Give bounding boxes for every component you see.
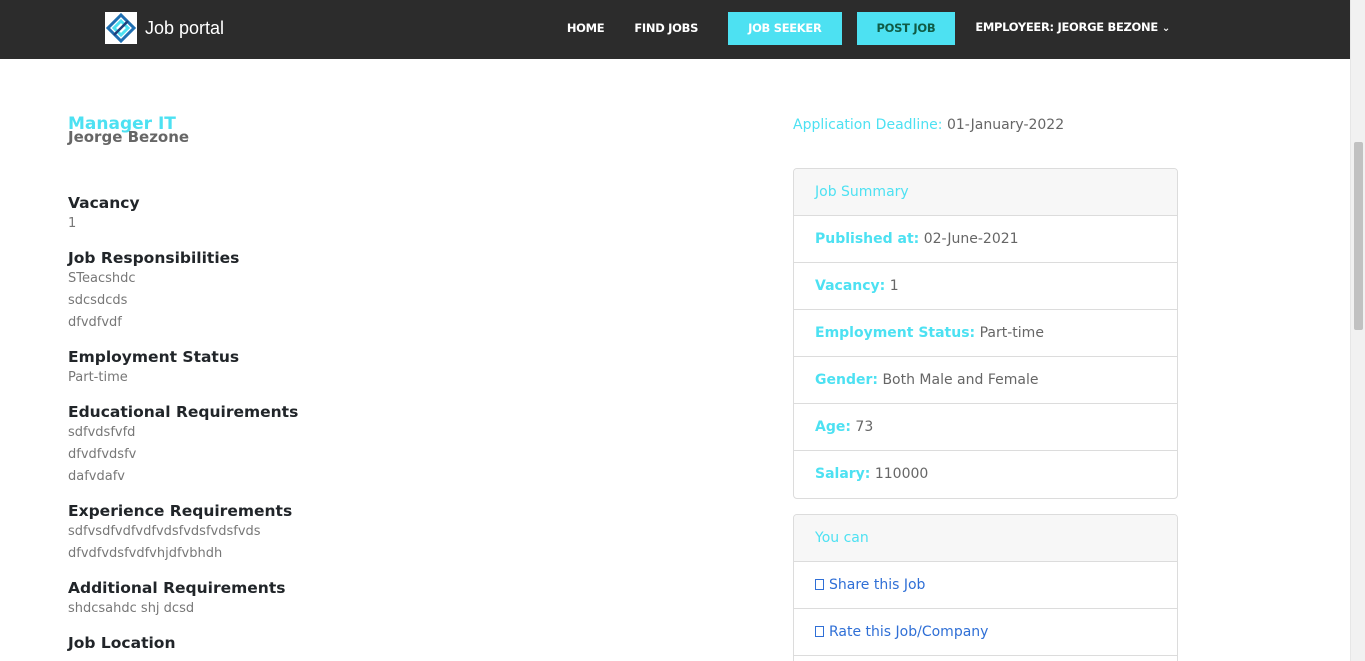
section-heading: Educational Requirements	[68, 403, 299, 421]
deadline-label: Application Deadline:	[793, 117, 943, 133]
share-job-link[interactable]: Share this Job	[794, 562, 1177, 609]
job-summary-heading: Job Summary	[794, 169, 1177, 216]
chevron-down-icon: ⌄	[1161, 23, 1170, 34]
job-seeker-button[interactable]: JOB SEEKER	[728, 11, 842, 45]
summary-value: Part-time	[979, 325, 1044, 341]
summary-label: Employment Status:	[815, 325, 976, 341]
section-heading: Vacancy	[68, 194, 140, 212]
nav-home[interactable]: HOME	[567, 12, 605, 45]
location-section: Job Location	[68, 633, 668, 653]
application-deadline: Application Deadline: 01-January-2022	[793, 116, 1064, 134]
section-line: shdcsahdc shj dcsd	[68, 601, 195, 616]
share-job-label: Share this Job	[829, 577, 926, 593]
summary-label: Gender:	[815, 372, 878, 388]
summary-value: 1	[889, 278, 899, 294]
section-line: dfvdfvdf	[68, 315, 122, 330]
summary-row-age: Age: 73	[794, 404, 1177, 451]
job-details: Manager IT Jeorge Bezone Vacancy 1 Job R…	[68, 114, 668, 653]
employer-menu[interactable]: EMPLOYEER: JEORGE BEZONE ⌄	[975, 11, 1170, 45]
employment-status-section: Employment Status Part-time	[68, 347, 668, 389]
rate-job-label: Rate this Job/Company	[829, 624, 989, 640]
main-nav: HOME FIND JOBS JOB SEEKER POST JOB EMPLO…	[567, 11, 1170, 45]
section-line: dafvdafv	[68, 469, 125, 484]
section-line: dfvdfvdsfv	[68, 447, 137, 462]
post-job-button[interactable]: POST JOB	[856, 11, 956, 45]
deadline-value: 01-January-2022	[946, 117, 1065, 133]
summary-label: Salary:	[815, 466, 871, 482]
summary-value: 73	[855, 419, 874, 435]
section-line: sdcsdcds	[68, 293, 128, 308]
vacancy-section: Vacancy 1	[68, 193, 668, 235]
section-heading: Job Location	[68, 634, 176, 652]
actions-heading: You can	[794, 515, 1177, 562]
vertical-scrollbar[interactable]	[1350, 0, 1365, 661]
company-name: Jeorge Bezone	[68, 128, 190, 146]
section-line: 1	[68, 216, 77, 231]
rate-job-link[interactable]: Rate this Job/Company	[794, 609, 1177, 656]
summary-label: Vacancy:	[815, 278, 886, 294]
job-summary-card: Job Summary Published at: 02-June-2021 V…	[793, 168, 1178, 499]
summary-row-salary: Salary: 110000	[794, 451, 1177, 498]
summary-row-published: Published at: 02-June-2021	[794, 216, 1177, 263]
education-section: Educational Requirements sdfvdsfvfd dfvd…	[68, 402, 668, 488]
responsibilities-section: Job Responsibilities STeacshdc sdcsdcds …	[68, 248, 668, 334]
share-icon	[815, 579, 824, 590]
top-navbar: Job portal HOME FIND JOBS JOB SEEKER POS…	[0, 0, 1365, 59]
summary-value: 02-June-2021	[923, 231, 1019, 247]
summary-row-status: Employment Status: Part-time	[794, 310, 1177, 357]
star-icon	[815, 626, 824, 637]
employer-menu-label: EMPLOYEER: JEORGE BEZONE	[975, 20, 1158, 34]
section-line: sdfvdsfvfd	[68, 425, 136, 440]
section-line: STeacshdc	[68, 271, 136, 286]
brand-name: Job portal	[145, 17, 225, 38]
section-heading: Job Responsibilities	[68, 249, 240, 267]
summary-row-vacancy: Vacancy: 1	[794, 263, 1177, 310]
summary-label: Published at:	[815, 231, 920, 247]
nav-find-jobs[interactable]: FIND JOBS	[634, 12, 698, 45]
section-heading: Additional Requirements	[68, 579, 286, 597]
section-line: Part-time	[68, 370, 128, 385]
section-heading: Experience Requirements	[68, 502, 293, 520]
section-heading: Employment Status	[68, 348, 240, 366]
experience-section: Experience Requirements sdfvsdfvdfvdfvds…	[68, 501, 668, 565]
brand[interactable]: Job portal	[105, 12, 224, 44]
summary-label: Age:	[815, 419, 851, 435]
summary-value: 110000	[874, 466, 929, 482]
logo-icon	[105, 12, 137, 44]
section-line: dfvdfvdsfvdfvhjdfvbhdh	[68, 546, 223, 561]
summary-value: Both Male and Female	[882, 372, 1039, 388]
summary-row-gender: Gender: Both Male and Female	[794, 357, 1177, 404]
actions-card: You can Share this Job Rate this Job/Com…	[793, 514, 1178, 661]
scrollbar-thumb[interactable]	[1354, 142, 1363, 330]
section-line: sdfvsdfvdfvdfvdsfvdsfvdsfvds	[68, 524, 261, 539]
additional-section: Additional Requirements shdcsahdc shj dc…	[68, 578, 668, 620]
